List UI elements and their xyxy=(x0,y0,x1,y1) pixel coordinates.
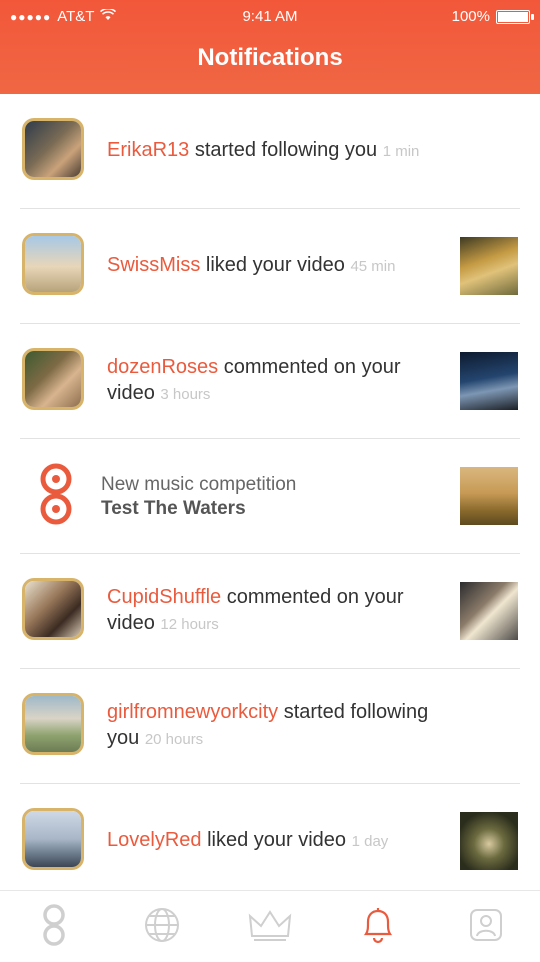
tab-competitions[interactable] xyxy=(246,903,294,951)
battery-icon xyxy=(496,9,534,24)
tab-bar xyxy=(0,890,540,962)
notification-text: LovelyRed liked your video 1 day xyxy=(107,827,437,855)
avatar[interactable] xyxy=(22,118,84,180)
tab-profile[interactable] xyxy=(462,903,510,951)
avatar[interactable] xyxy=(22,578,84,640)
timestamp: 20 hours xyxy=(144,731,204,748)
timestamp: 45 min xyxy=(350,258,396,275)
username-link[interactable]: dozenRoses xyxy=(107,356,218,378)
battery-percent: 100% xyxy=(451,8,490,25)
profile-icon xyxy=(469,908,503,947)
tab-notifications[interactable] xyxy=(354,903,402,951)
notification-row[interactable]: LovelyRed liked your video 1 day xyxy=(0,784,540,899)
tab-home[interactable] xyxy=(30,903,78,951)
notification-text: girlfromnewyorkcity started following yo… xyxy=(107,699,437,753)
notification-text: SwissMiss liked your video 45 min xyxy=(107,252,437,280)
avatar[interactable] xyxy=(22,693,84,755)
action-text: liked your video xyxy=(205,254,345,276)
username-link[interactable]: CupidShuffle xyxy=(107,586,221,608)
username-link[interactable]: girlfromnewyorkcity xyxy=(107,701,278,723)
notification-row[interactable]: ErikaR13 started following you 1 min xyxy=(0,94,540,209)
avatar[interactable] xyxy=(22,808,84,870)
avatar[interactable] xyxy=(22,233,84,295)
home-logo-icon xyxy=(41,903,67,951)
bell-icon xyxy=(360,906,396,949)
timestamp: 1 day xyxy=(351,833,389,850)
action-text: liked your video xyxy=(207,829,347,851)
header-bar: ●●●●● AT&T 9:41 AM 100% Notifications xyxy=(0,0,540,94)
timestamp: 12 hours xyxy=(160,616,219,633)
username-link[interactable]: LovelyRed xyxy=(107,829,202,851)
video-thumbnail[interactable] xyxy=(460,582,518,640)
notification-text: dozenRoses commented on your video 3 hou… xyxy=(107,354,437,408)
notification-row[interactable]: CupidShuffle commented on your video 12 … xyxy=(0,554,540,669)
notification-row[interactable]: dozenRoses commented on your video 3 hou… xyxy=(0,324,540,439)
notification-row[interactable]: SwissMiss liked your video 45 min xyxy=(0,209,540,324)
notification-text: CupidShuffle commented on your video 12 … xyxy=(107,584,437,638)
competition-text: New music competition Test The Waters xyxy=(101,473,296,521)
notification-row[interactable]: girlfromnewyorkcity started following yo… xyxy=(0,669,540,784)
notification-row[interactable]: New music competition Test The Waters xyxy=(0,439,540,554)
video-thumbnail[interactable] xyxy=(460,237,518,295)
crown-icon xyxy=(248,908,292,947)
username-link[interactable]: SwissMiss xyxy=(107,254,200,276)
username-link[interactable]: ErikaR13 xyxy=(107,139,189,161)
status-bar: ●●●●● AT&T 9:41 AM 100% xyxy=(0,6,540,28)
competition-name[interactable]: Test The Waters xyxy=(101,497,296,521)
action-text: started following you xyxy=(194,139,378,161)
timestamp: 1 min xyxy=(382,143,420,160)
video-thumbnail[interactable] xyxy=(460,467,518,525)
notification-text: ErikaR13 started following you 1 min xyxy=(107,137,437,165)
competition-title: New music competition xyxy=(101,474,297,495)
tab-explore[interactable] xyxy=(138,903,186,951)
timestamp: 3 hours xyxy=(160,386,211,403)
app-logo-icon xyxy=(36,463,76,527)
page-title: Notifications xyxy=(197,44,343,71)
video-thumbnail[interactable] xyxy=(460,352,518,410)
avatar[interactable] xyxy=(22,348,84,410)
video-thumbnail[interactable] xyxy=(460,812,518,870)
globe-icon xyxy=(144,907,180,948)
